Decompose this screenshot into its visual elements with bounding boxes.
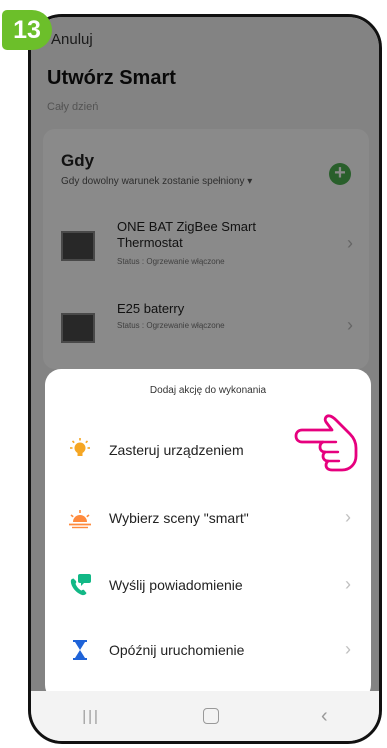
device-status: Status : Ogrzewanie włączone: [117, 257, 225, 266]
action-item-send-notification[interactable]: Wyślij powiadomienie ›: [45, 560, 371, 610]
condition-card: Gdy Gdy dowolny warunek zostanie spełnio…: [43, 129, 369, 369]
bulb-icon: [70, 438, 90, 456]
device-name: ONE BAT ZigBee Smart Thermostat: [117, 219, 256, 250]
chevron-right-icon: ›: [345, 574, 351, 594]
page-subtitle[interactable]: Cały dzień: [47, 101, 98, 113]
chevron-right-icon: ›: [345, 507, 351, 527]
chevron-down-icon: ▾: [247, 176, 253, 187]
add-condition-button[interactable]: +: [329, 163, 351, 185]
condition-description[interactable]: Gdy dowolny warunek zostanie spełniony ▾: [61, 176, 252, 187]
action-item-label: Opóźnij uruchomienie: [109, 642, 245, 658]
chevron-right-icon: ›: [345, 639, 351, 659]
step-number-badge: 13: [2, 10, 52, 50]
condition-device-row[interactable]: ONE BAT ZigBee Smart Thermostat Status :…: [61, 219, 361, 269]
device-name: E25 baterry: [117, 301, 185, 316]
phone-message-icon: [70, 574, 91, 596]
hourglass-icon: [73, 640, 87, 660]
phone-frame: Anuluj Utwórz Smart Cały dzień Gdy Gdy d…: [28, 14, 382, 744]
action-item-label: Zasteruj urządzeniem: [109, 442, 244, 458]
thermostat-icon: [61, 313, 95, 343]
back-button[interactable]: ‹: [321, 705, 328, 728]
action-item-label: Wybierz sceny "smart": [109, 510, 249, 526]
condition-description-text: Gdy dowolny warunek zostanie spełniony: [61, 176, 245, 187]
recent-apps-button[interactable]: |||: [82, 708, 100, 725]
sunrise-icon: [69, 510, 91, 529]
condition-device-row[interactable]: E25 baterry Status : Ogrzewanie włączone…: [61, 301, 361, 351]
system-navigation-bar: ||| ‹: [31, 691, 379, 741]
thermostat-icon: [61, 231, 95, 261]
action-item-label: Wyślij powiadomienie: [109, 577, 243, 593]
device-status: Status : Ogrzewanie włączone: [117, 321, 225, 330]
chevron-right-icon: ›: [347, 233, 353, 253]
condition-title: Gdy: [61, 151, 95, 170]
pointing-hand-icon: [294, 414, 358, 472]
home-button[interactable]: [202, 708, 219, 724]
page-title: Utwórz Smart: [47, 67, 176, 89]
chevron-right-icon: ›: [347, 315, 353, 335]
cancel-link[interactable]: Anuluj: [51, 31, 93, 48]
action-item-delay[interactable]: Opóźnij uruchomienie ›: [45, 625, 371, 675]
sheet-title: Dodaj akcję do wykonania: [149, 385, 267, 396]
action-item-select-scene[interactable]: Wybierz sceny "smart" ›: [45, 493, 371, 543]
